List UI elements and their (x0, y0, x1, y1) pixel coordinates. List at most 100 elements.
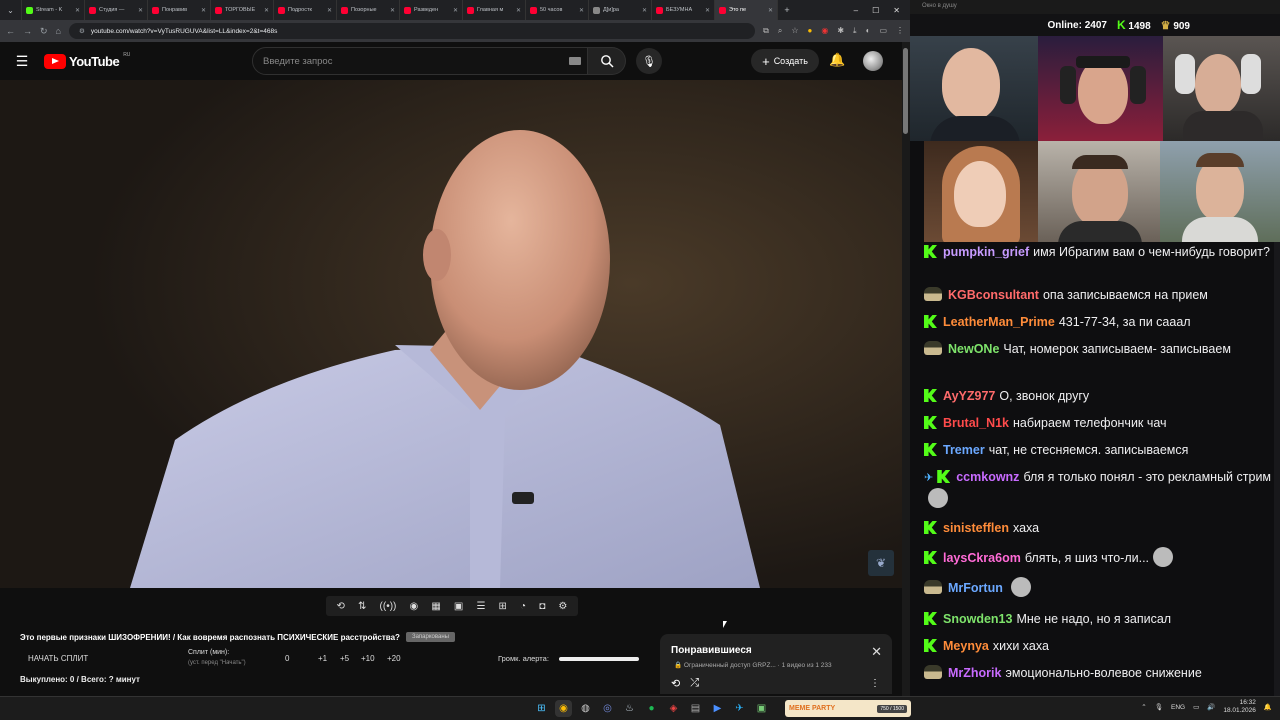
tab-close-icon[interactable]: ✕ (579, 7, 584, 14)
tab-search-button[interactable]: ⌄ (0, 0, 22, 20)
keyboard-icon[interactable] (569, 57, 581, 65)
split-plus10-button[interactable]: +10 (361, 654, 375, 663)
extension-red-icon[interactable]: ◉ (821, 26, 828, 36)
browser-tab[interactable]: Студия — ✕ (85, 0, 148, 20)
install-icon[interactable]: ⧉ (763, 26, 769, 36)
mic-tray-icon[interactable]: 🎙 (1155, 703, 1163, 711)
chat-scrollbar[interactable] (1274, 242, 1280, 696)
shuffle-icon[interactable]: ⤮ (690, 677, 699, 690)
split-plus5-button[interactable]: +5 (340, 654, 349, 663)
split-plus1-button[interactable]: +1 (318, 654, 327, 663)
create-button[interactable]: + Создать (751, 49, 819, 73)
zoom-icon[interactable]: ⌕ (778, 26, 782, 36)
volume-icon[interactable]: 🔊 (1207, 703, 1215, 711)
eye-icon[interactable]: ◉ (409, 601, 418, 612)
tab-close-icon[interactable]: ✕ (201, 7, 206, 14)
browser-tab[interactable]: Д[и]ра ✕ (589, 0, 652, 20)
network-icon[interactable]: ▭ (1193, 703, 1199, 711)
aspect-icon[interactable]: ▣ (454, 601, 463, 612)
browser-tab[interactable]: Главная м ✕ (463, 0, 526, 20)
extensions-icon[interactable]: ✱ (837, 26, 844, 36)
maximize-icon[interactable]: ☐ (872, 6, 879, 15)
browser-tab[interactable]: ТОРГОВЫЕ ✕ (211, 0, 274, 20)
close-icon[interactable]: ✕ (893, 6, 900, 15)
chat-username[interactable]: NewONe (948, 342, 999, 356)
start-split-button[interactable]: НАЧАТЬ СПЛИТ (28, 654, 88, 663)
bookmark-star-icon[interactable]: ☆ (791, 26, 798, 36)
browser-tab[interactable]: Это пе ✕ (715, 0, 778, 20)
chat-username[interactable]: pumpkin_grief (943, 245, 1029, 259)
tab-close-icon[interactable]: ✕ (768, 7, 773, 14)
site-info-icon[interactable]: ⚙ (79, 27, 85, 35)
browser-tab[interactable]: Подростк ✕ (274, 0, 337, 20)
chat-username[interactable]: Tremer (943, 443, 985, 457)
browser-tab[interactable]: 50 часов ✕ (526, 0, 589, 20)
chrome-icon[interactable]: ◉ (555, 700, 572, 717)
home-icon[interactable]: ⌂ (56, 26, 61, 36)
voice-search-button[interactable]: 🎙 (636, 48, 662, 74)
spotify-icon[interactable]: ● (643, 700, 660, 717)
forward-icon[interactable]: → (23, 26, 32, 36)
tray-chevron-icon[interactable]: ⌃ (1141, 703, 1146, 711)
chat-username[interactable]: Meynya (943, 639, 989, 653)
steam-icon[interactable]: ♨ (621, 700, 638, 717)
browser-tab[interactable]: Позорные ✕ (337, 0, 400, 20)
notifications-icon[interactable]: 🔔 (1264, 703, 1272, 711)
back-icon[interactable]: ← (6, 26, 15, 36)
clapper-icon[interactable]: ▦ (431, 601, 440, 612)
windows-start-icon[interactable]: ⊞ (533, 700, 550, 717)
chat-username[interactable]: LeatherMan_Prime (943, 315, 1055, 329)
page-scrollbar[interactable] (902, 42, 910, 696)
repeat-icon[interactable]: ⟲ (671, 677, 680, 690)
tab-close-icon[interactable]: ✕ (264, 7, 269, 14)
cast-icon[interactable]: ▭ (879, 26, 887, 36)
chat-username[interactable]: laysCkra6om (943, 551, 1021, 565)
scrollbar-thumb[interactable] (903, 48, 908, 134)
language-indicator[interactable]: ENG (1171, 704, 1185, 711)
discord-icon[interactable]: ◎ (599, 700, 616, 717)
chat-username[interactable]: MrZhorik (948, 666, 1001, 680)
tab-close-icon[interactable]: ✕ (390, 7, 395, 14)
tab-close-icon[interactable]: ✕ (75, 7, 80, 14)
youtube-logo[interactable]: YouTube RU (44, 52, 130, 69)
browser-tab[interactable]: Понравив ✕ (148, 0, 211, 20)
meme-party-widget[interactable]: MEME PARTY 750 / 1500 (785, 700, 911, 717)
tab-close-icon[interactable]: ✕ (138, 7, 143, 14)
url-field[interactable]: ⚙ youtube.com/watch?v=VyTusRUGUVA&list=L… (68, 23, 756, 39)
tab-close-icon[interactable]: ✕ (327, 7, 332, 14)
settings-gear-icon[interactable]: ⚙ (558, 601, 567, 612)
app-green-icon[interactable]: ▣ (753, 700, 770, 717)
extension-dot-icon[interactable]: ● (808, 26, 813, 36)
notifications-bell-icon[interactable]: 🔔 (829, 52, 845, 68)
tab-close-icon[interactable]: ✕ (642, 7, 647, 14)
filmstrip-icon[interactable]: ☰ (476, 601, 485, 612)
audio-icon[interactable]: ((•)) (380, 601, 397, 612)
reload-icon[interactable]: ↻ (40, 26, 48, 37)
browser-tab[interactable]: Разведен ✕ (400, 0, 463, 20)
tab-close-icon[interactable]: ✕ (516, 7, 521, 14)
close-icon[interactable]: ✕ (871, 644, 882, 660)
camera-icon[interactable]: ◘ (539, 601, 545, 612)
tab-close-icon[interactable]: ✕ (705, 7, 710, 14)
chat-username[interactable]: KGBconsultant (948, 288, 1039, 302)
butterfly-overlay-icon[interactable]: ❦ (868, 550, 894, 576)
sort-icon[interactable]: ⇅ (358, 601, 366, 612)
more-options-icon[interactable]: ⋮ (870, 678, 880, 689)
add-frame-icon[interactable]: ⊞ (499, 601, 507, 612)
chat-username[interactable]: sinistefflen (943, 521, 1009, 535)
chat-username[interactable]: Snowden13 (943, 612, 1012, 626)
chat-username[interactable]: Brutal_N1k (943, 416, 1009, 430)
speed-icon[interactable]: ◔ (520, 601, 526, 612)
obs-icon[interactable]: ◍ (577, 700, 594, 717)
minimize-icon[interactable]: – (854, 6, 858, 15)
new-tab-button[interactable]: + (778, 0, 796, 20)
chat-username[interactable]: MrFortun (948, 581, 1003, 595)
search-button[interactable] (588, 47, 626, 75)
loop-icon[interactable]: ⟲ (337, 601, 345, 612)
telegram-icon[interactable]: ✈ (731, 700, 748, 717)
browser-tab[interactable]: Stream - K ✕ (22, 0, 85, 20)
alert-volume-slider[interactable] (559, 657, 639, 661)
clock[interactable]: 16:32 18.01.2026 (1223, 699, 1256, 715)
browser-tab[interactable]: БЕЗУМНА ✕ (652, 0, 715, 20)
chat-username[interactable]: ccmkownz (956, 470, 1019, 484)
